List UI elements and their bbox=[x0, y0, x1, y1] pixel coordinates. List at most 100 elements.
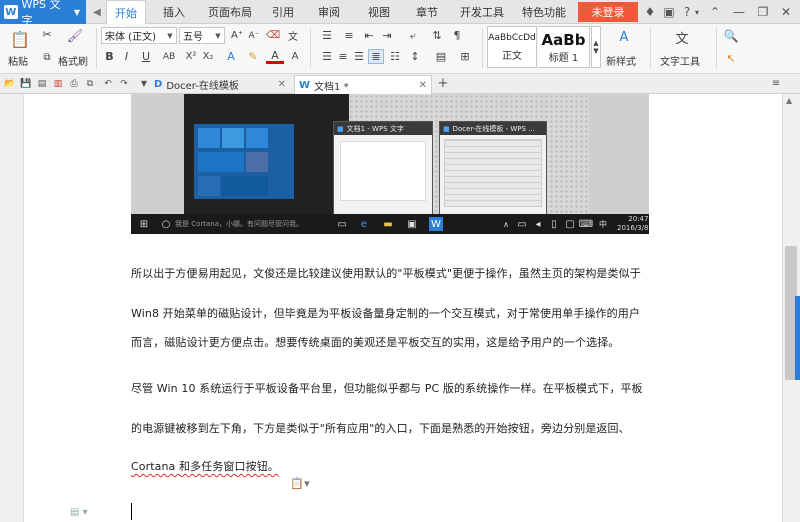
close-icon[interactable]: ✕ bbox=[777, 3, 795, 21]
app-menu-button[interactable]: W WPS 文字 ▼ bbox=[0, 0, 86, 27]
window-title: 文档1 - WPS 文字 bbox=[346, 124, 404, 133]
shirt-skin-icon[interactable]: ♦ bbox=[641, 3, 659, 21]
paragraph-line: Win8 开始菜单的磁贴设计，但毕竟是为平板设备量身定制的一个交互模式，对于常使… bbox=[131, 307, 640, 320]
undo-icon[interactable]: ↶ bbox=[102, 77, 114, 90]
new-style-button[interactable]: 新样式 bbox=[606, 53, 636, 68]
collapse-ribbon-icon[interactable]: ◀ bbox=[90, 3, 104, 21]
start-tiles-image bbox=[194, 124, 294, 199]
pinyin-icon[interactable]: 文 bbox=[286, 28, 300, 43]
quick-access-dropdown-icon[interactable]: ▼ bbox=[138, 77, 150, 90]
login-button[interactable]: 未登录 bbox=[578, 2, 638, 22]
window-title-bar: ■ 文档1 - WPS 文字 bbox=[334, 122, 432, 135]
subscript-icon[interactable]: X₂ bbox=[201, 49, 215, 64]
align-left-icon[interactable]: ☰ bbox=[320, 49, 334, 64]
minimize-icon[interactable]: — bbox=[730, 3, 748, 21]
style-heading1[interactable]: AaBb 标题 1 bbox=[538, 26, 590, 68]
close-tab-icon[interactable]: ✕ bbox=[278, 79, 286, 90]
format-painter-label[interactable]: 格式刷 bbox=[58, 53, 88, 68]
chinese-layout-icon[interactable]: ⤶ bbox=[404, 28, 422, 43]
increase-indent-icon[interactable]: ⇥ bbox=[380, 28, 394, 43]
char-border-icon[interactable]: A bbox=[288, 49, 302, 64]
tab-references[interactable]: 引用 bbox=[264, 0, 302, 24]
open-folder-icon[interactable]: 📂 bbox=[4, 77, 16, 90]
print-icon[interactable]: ⎙ bbox=[68, 77, 80, 90]
tab-insert[interactable]: 插入 bbox=[154, 0, 194, 24]
tab-list-icon[interactable]: ≡ bbox=[770, 77, 782, 90]
align-center-icon[interactable]: ≡ bbox=[336, 49, 350, 64]
strikethrough-icon[interactable]: AB bbox=[158, 49, 180, 64]
help-dropdown-icon[interactable]: ▾ bbox=[692, 3, 702, 21]
text-effect-icon[interactable]: A bbox=[222, 49, 240, 64]
page-margin bbox=[24, 94, 64, 522]
scroll-up-icon[interactable]: ▲ bbox=[786, 96, 792, 105]
style-gallery-scroll[interactable]: ▲ ▼ bbox=[591, 26, 601, 68]
copy-icon[interactable]: ⧉ bbox=[40, 50, 54, 64]
new-tab-button[interactable]: + bbox=[436, 76, 450, 91]
new-style-icon[interactable]: A bbox=[612, 27, 636, 47]
task-view-icon: ▭ bbox=[337, 218, 347, 230]
paste-options-icon[interactable]: 📋▾ bbox=[289, 475, 311, 491]
taskbar-clock: 20:47 2016/3/8 bbox=[617, 215, 648, 233]
borders-icon[interactable]: ⊞ bbox=[456, 49, 474, 64]
bullet-list-icon[interactable]: ☰ bbox=[318, 28, 336, 43]
preview-icon[interactable]: ⧉ bbox=[84, 77, 96, 90]
font-name-value: 宋体 (正文) bbox=[105, 32, 156, 43]
tab-home[interactable]: 开始 bbox=[106, 0, 146, 24]
print-preview-icon[interactable]: ▤ bbox=[36, 77, 48, 90]
sort-icon[interactable]: ⇅ bbox=[430, 28, 444, 43]
align-justify-icon[interactable]: ≣ bbox=[368, 49, 384, 64]
superscript-icon[interactable]: X² bbox=[184, 49, 198, 64]
select-icon[interactable]: ↖ bbox=[722, 50, 740, 66]
grow-font-icon[interactable]: A⁺ bbox=[230, 28, 244, 43]
tab-sections[interactable]: 章节 bbox=[408, 0, 446, 24]
task-view-window-2: ■ Docer-在线模板 - WPS ... bbox=[439, 121, 547, 217]
paste-label[interactable]: 粘贴 bbox=[8, 53, 28, 68]
save-icon[interactable]: 💾 bbox=[20, 77, 32, 90]
clear-format-icon[interactable]: ⌫ bbox=[266, 28, 280, 43]
tab-features[interactable]: 特色功能 bbox=[516, 0, 572, 24]
font-size-select[interactable]: 五号 ▼ bbox=[179, 27, 225, 44]
italic-icon[interactable]: I bbox=[120, 49, 133, 64]
task-view-window-1: ■ 文档1 - WPS 文字 bbox=[333, 121, 433, 217]
tab-developer[interactable]: 开发工具 bbox=[456, 0, 508, 24]
paste-icon[interactable]: 📋 bbox=[10, 28, 30, 50]
find-icon[interactable]: 🔍 bbox=[722, 27, 740, 45]
shading-icon[interactable]: ▤ bbox=[432, 49, 450, 64]
tab-docer-templates[interactable]: D Docer-在线模板 ✕ bbox=[150, 75, 290, 94]
align-right-icon[interactable]: ☰ bbox=[352, 49, 366, 64]
chevron-down-icon: ▼ bbox=[215, 31, 221, 40]
close-tab-icon[interactable]: ✕ bbox=[419, 80, 427, 91]
show-marks-icon[interactable]: ¶ bbox=[450, 28, 464, 43]
numbered-list-icon[interactable]: ≡ bbox=[340, 28, 358, 43]
tab-document1[interactable]: W 文档1 * ✕ bbox=[294, 75, 432, 94]
style-heading1-preview: AaBb bbox=[541, 30, 586, 49]
distributed-icon[interactable]: ☷ bbox=[388, 49, 402, 64]
tab-review[interactable]: 审阅 bbox=[310, 0, 348, 24]
ribbon-collapse-icon[interactable]: ⌃ bbox=[706, 3, 724, 21]
cube-icon[interactable]: ▣ bbox=[660, 3, 678, 21]
text-tools-button[interactable]: 文字工具 bbox=[660, 53, 700, 68]
export-pdf-icon[interactable]: ▥ bbox=[52, 77, 64, 90]
restore-icon[interactable]: ❐ bbox=[754, 3, 772, 21]
line-spacing-icon[interactable]: ↕ bbox=[406, 49, 424, 64]
style-normal[interactable]: AaBbCcDd 正文 bbox=[487, 26, 537, 68]
font-color-icon[interactable]: A bbox=[266, 49, 284, 64]
highlight-icon[interactable]: ✎ bbox=[244, 49, 262, 64]
page-marker-icon[interactable]: ▤ ▾ bbox=[70, 506, 90, 518]
bold-icon[interactable]: B bbox=[103, 49, 116, 64]
font-name-select[interactable]: 宋体 (正文) ▼ bbox=[101, 27, 177, 44]
tab-view[interactable]: 视图 bbox=[360, 0, 398, 24]
volume-icon: ◂ bbox=[535, 218, 541, 230]
divider bbox=[716, 28, 717, 68]
redo-icon[interactable]: ↷ bbox=[118, 77, 130, 90]
underline-icon[interactable]: U bbox=[137, 49, 155, 64]
tab-page-layout[interactable]: 页面布局 bbox=[202, 0, 258, 24]
divider bbox=[482, 28, 483, 68]
style-normal-label: 正文 bbox=[502, 50, 522, 62]
shrink-font-icon[interactable]: A⁻ bbox=[247, 28, 261, 43]
text-tools-icon[interactable]: 文 bbox=[670, 27, 694, 47]
cut-icon[interactable]: ✂ bbox=[40, 27, 54, 41]
style-heading1-label: 标题 1 bbox=[548, 52, 579, 64]
format-painter-icon[interactable]: 🖌 bbox=[66, 27, 84, 45]
decrease-indent-icon[interactable]: ⇤ bbox=[362, 28, 376, 43]
